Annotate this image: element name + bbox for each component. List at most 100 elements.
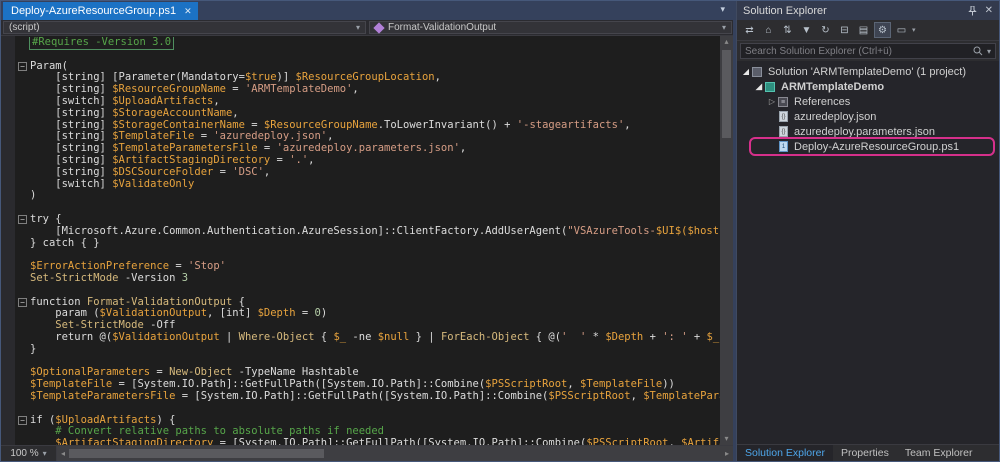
horizontal-scrollbar-thumb[interactable] (69, 449, 324, 458)
properties-icon[interactable]: ⚙ (874, 22, 891, 38)
tree-item-label: ARMTemplateDemo (781, 81, 884, 93)
show-all-files-icon[interactable]: ▤ (855, 22, 872, 38)
expander-collapsed-icon[interactable]: ▷ (767, 97, 777, 106)
scroll-right-icon[interactable]: ▸ (721, 449, 733, 458)
code-line (15, 202, 720, 214)
close-tab-icon[interactable]: ✕ (184, 6, 192, 17)
fold-margin (15, 238, 30, 250)
chevron-down-icon: ▾ (722, 23, 726, 32)
fold-margin (15, 143, 30, 155)
code-text: param ($ValidationOutput, [int] $Depth =… (30, 308, 720, 320)
code-line (15, 285, 720, 297)
fold-margin (15, 84, 30, 96)
fold-collapse-icon[interactable]: − (15, 415, 30, 427)
code-text: [string] $ArtifactStagingDirectory = '.'… (30, 155, 720, 167)
tree-item-azuredeploy-parameters-json[interactable]: {}azuredeploy.parameters.json (737, 124, 999, 139)
breakpoint-margin[interactable] (1, 36, 15, 445)
code-line: [string] $DSCSourceFolder = 'DSC', (15, 167, 720, 179)
vertical-scrollbar-thumb[interactable] (722, 50, 731, 138)
fold-margin (15, 391, 30, 403)
refresh-icon[interactable]: ↻ (817, 22, 834, 38)
tree-item-deploy-azureresourcegroup-ps1[interactable]: 1Deploy-AzureResourceGroup.ps1 (737, 139, 999, 154)
member-dropdown[interactable]: Format-ValidationOutput ▾ (369, 21, 732, 34)
json-file-icon: {} (778, 111, 790, 123)
fold-margin (15, 367, 30, 379)
code-text (30, 49, 720, 61)
collapse-all-icon[interactable]: ⊟ (836, 22, 853, 38)
vs-window: Deploy-AzureResourceGroup.ps1 ✕ ▾ (scrip… (0, 0, 1000, 462)
code-text (30, 285, 720, 297)
fold-margin (15, 37, 30, 49)
search-box[interactable]: ▾ (740, 43, 996, 59)
tree-item-armtemplatedemo[interactable]: ◢ ARMTemplateDemo (737, 79, 999, 94)
fold-margin (15, 273, 30, 285)
scroll-left-icon[interactable]: ◂ (57, 449, 69, 458)
fold-collapse-icon[interactable]: − (15, 214, 30, 226)
navigation-bar: (script) ▾ Format-ValidationOutput ▾ (1, 20, 733, 36)
fold-margin (15, 344, 30, 356)
code-text: } (30, 344, 720, 356)
tree-item-label: Deploy-AzureResourceGroup.ps1 (794, 141, 959, 153)
code-line: [string] $StorageAccountName, (15, 108, 720, 120)
toolbar-overflow-caret-icon[interactable]: ▾ (912, 26, 916, 34)
code-text: Param( (30, 61, 720, 73)
fold-margin (15, 49, 30, 61)
code-text: #Requires -Version 3.0 (30, 37, 173, 49)
sync-with-active-document-icon[interactable]: ⇄ (741, 22, 758, 38)
code-line (15, 49, 720, 61)
code-text: [switch] $ValidateOnly (30, 179, 720, 191)
chevron-down-icon: ▾ (43, 449, 47, 458)
method-icon (373, 22, 384, 33)
scope-dropdown[interactable]: (script) ▾ (3, 21, 366, 34)
tree-item-references[interactable]: ▷≡ References (737, 94, 999, 109)
code-text: function Format-ValidationOutput { (30, 297, 720, 309)
tree-item-solution-armtemplatedemo-1-project[interactable]: ◢Solution 'ARMTemplateDemo' (1 project) (737, 64, 999, 79)
expander-expanded-icon[interactable]: ◢ (754, 82, 764, 91)
code-line: } (15, 344, 720, 356)
search-input[interactable] (745, 46, 973, 57)
fold-margin (15, 332, 30, 344)
close-panel-icon[interactable]: ✕ (985, 5, 993, 16)
solution-explorer-toolbar: ⇄⌂⇅▼↻⊟▤⚙▭▾ (737, 20, 999, 41)
horizontal-scrollbar[interactable]: ◂ ▸ (57, 446, 733, 461)
chevron-down-icon[interactable]: ▾ (987, 47, 991, 56)
code-line: [string] $TemplateFile = 'azuredeploy.js… (15, 131, 720, 143)
home-icon[interactable]: ⌂ (760, 22, 777, 38)
search-icon[interactable] (973, 46, 983, 56)
code-lines: #Requires -Version 3.0−Param( [string] [… (15, 37, 720, 445)
pending-changes-filter-icon[interactable]: ▼ (798, 22, 815, 38)
solution-tree: ◢Solution 'ARMTemplateDemo' (1 project)◢… (737, 61, 999, 444)
fold-collapse-icon[interactable]: − (15, 297, 30, 309)
tab-deploy-azureresourcegroup-ps1[interactable]: Deploy-AzureResourceGroup.ps1 ✕ (3, 2, 198, 20)
scroll-down-icon[interactable]: ▾ (724, 433, 728, 445)
scope-dropdown-label: (script) (9, 22, 40, 33)
fold-margin (15, 426, 30, 438)
code-text: try { (30, 214, 720, 226)
code-editor[interactable]: #Requires -Version 3.0−Param( [string] [… (1, 36, 733, 445)
zoom-control[interactable]: 100 % ▾ (1, 446, 57, 461)
document-tab-bar: Deploy-AzureResourceGroup.ps1 ✕ ▾ (1, 1, 733, 20)
fold-collapse-icon[interactable]: − (15, 61, 30, 73)
tree-item-azuredeploy-json[interactable]: {}azuredeploy.json (737, 109, 999, 124)
document-list-caret-icon[interactable]: ▾ (720, 4, 725, 15)
bottom-tab-solution-explorer[interactable]: Solution Explorer (737, 445, 833, 461)
fold-margin (15, 72, 30, 84)
references-icon: ≡ (778, 96, 790, 108)
code-line: param ($ValidationOutput, [int] $Depth =… (15, 308, 720, 320)
tree-item-label: References (794, 96, 850, 108)
code-line: [switch] $UploadArtifacts, (15, 96, 720, 108)
expander-expanded-icon[interactable]: ◢ (741, 67, 751, 76)
scroll-up-icon[interactable]: ▴ (724, 36, 728, 48)
vertical-scrollbar[interactable]: ▴ ▾ (720, 36, 733, 445)
switch-views-icon[interactable]: ⇅ (779, 22, 796, 38)
bottom-tab-properties[interactable]: Properties (833, 445, 897, 461)
code-line: [switch] $ValidateOnly (15, 179, 720, 191)
preview-selected-items-icon[interactable]: ▭ (893, 22, 910, 38)
fold-margin (15, 403, 30, 415)
code-text: $TemplateParametersFile = [System.IO.Pat… (30, 391, 720, 403)
code-text: $TemplateFile = [System.IO.Path]::GetFul… (30, 379, 720, 391)
code-text: return @($ValidationOutput | Where-Objec… (30, 332, 720, 344)
member-dropdown-label: Format-ValidationOutput (388, 22, 496, 33)
pin-icon[interactable] (968, 6, 977, 16)
bottom-tab-team-explorer[interactable]: Team Explorer (897, 445, 981, 461)
